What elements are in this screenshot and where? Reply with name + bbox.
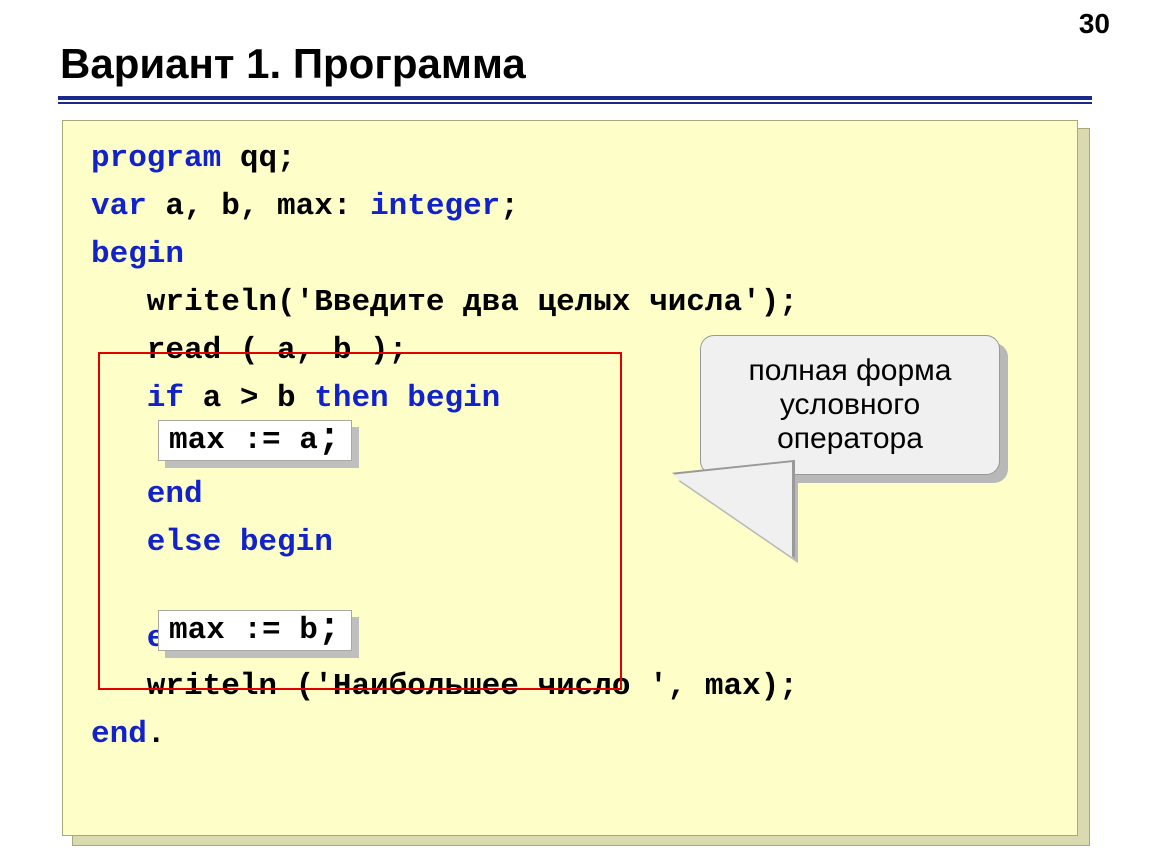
keyword-end: end bbox=[91, 717, 147, 752]
code-text: a, b, max: bbox=[147, 189, 370, 224]
slide-title: Вариант 1. Программа bbox=[60, 40, 526, 88]
snippet-box-b: max := b; bbox=[158, 610, 352, 651]
code-text: qq; bbox=[221, 141, 295, 176]
page-number: 30 bbox=[1079, 8, 1110, 40]
code-text: writeln('Введите два целых числа'); bbox=[91, 285, 798, 320]
keyword-begin: begin bbox=[91, 237, 184, 272]
slide: 30 Вариант 1. Программа program qq; var … bbox=[0, 0, 1150, 864]
title-rule-thick bbox=[58, 96, 1092, 100]
code-line: end. bbox=[91, 711, 1049, 759]
snippet-face: max := b; bbox=[158, 610, 352, 651]
code-line: program qq; bbox=[91, 135, 1049, 183]
snippet-text: max := a bbox=[169, 423, 318, 458]
callout-text: полная форма условного оператора bbox=[707, 354, 993, 456]
code-text: ; bbox=[500, 189, 519, 224]
keyword-var: var bbox=[91, 189, 147, 224]
snippet-face: max := a; bbox=[158, 420, 352, 461]
snippet-semicolon: ; bbox=[318, 607, 341, 650]
code-text: . bbox=[147, 717, 166, 752]
code-line: begin bbox=[91, 231, 1049, 279]
callout-face: полная форма условного оператора bbox=[700, 335, 1000, 475]
title-rule-thin bbox=[58, 102, 1092, 104]
callout-tail bbox=[642, 462, 792, 573]
code-line: var a, b, max: integer; bbox=[91, 183, 1049, 231]
keyword-integer: integer bbox=[370, 189, 500, 224]
code-line: writeln('Введите два целых числа'); bbox=[91, 279, 1049, 327]
snippet-text: max := b bbox=[169, 613, 318, 648]
keyword-program: program bbox=[91, 141, 221, 176]
snippet-semicolon: ; bbox=[318, 417, 341, 460]
snippet-box-a: max := a; bbox=[158, 420, 352, 461]
callout-bubble: полная форма условного оператора bbox=[700, 335, 1010, 485]
